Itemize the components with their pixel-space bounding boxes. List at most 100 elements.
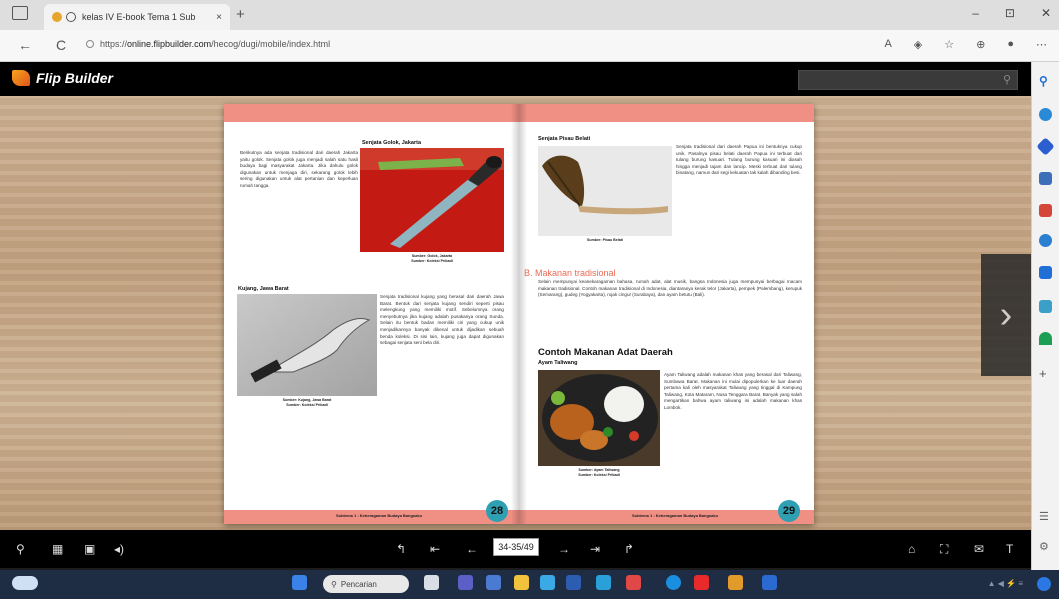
shopping-icon[interactable] — [1036, 137, 1055, 156]
browser-tab-strip: kelas IV E-book Tema 1 Sub × + – ⊡ ✕ — [0, 0, 1059, 30]
browser-sidebar: ⚲ + ☰ ⚙ — [1031, 62, 1059, 570]
task-view-icon[interactable] — [424, 575, 439, 590]
last-page-icon[interactable]: ↱ — [624, 542, 634, 556]
left-page[interactable]: Berikutnya ada senjata tradisional dari … — [224, 122, 514, 522]
belati-heading: Senjata Pisau Belati — [538, 136, 591, 142]
outlook-icon[interactable] — [1039, 266, 1052, 279]
flipbook[interactable]: Berikutnya ada senjata tradisional dari … — [224, 104, 814, 524]
jump-end-icon[interactable]: ⇥ — [590, 542, 600, 556]
first-page-icon[interactable]: ↰ — [396, 542, 406, 556]
game-icon[interactable] — [728, 575, 743, 590]
send-icon[interactable] — [1039, 300, 1052, 313]
search-icon[interactable]: ⚲ — [1039, 74, 1052, 88]
kujang-caption: Sumber: Kujang, Jawa Barat Sumber: Kolek… — [282, 398, 332, 407]
site-info-icon[interactable] — [86, 40, 94, 48]
golok-caption: Sumber: Golok, Jakarta Sumber: Koleksi P… — [411, 254, 453, 263]
tab-close-icon[interactable]: × — [216, 12, 222, 23]
explorer-icon[interactable] — [514, 575, 529, 590]
ayam-taliwang-photo — [538, 370, 660, 466]
makanan-paragraph: Selain mempunyai keanekaragaman bahasa, … — [538, 279, 802, 298]
office-icon[interactable] — [626, 575, 641, 590]
window-menu-icon[interactable] — [12, 6, 28, 20]
restore-button[interactable]: ⊡ — [1005, 6, 1015, 20]
weather-widget-icon[interactable] — [12, 576, 38, 590]
logo-mark-icon — [12, 70, 30, 86]
close-window-button[interactable]: ✕ — [1041, 6, 1051, 20]
zoom-icon[interactable]: ⚲ — [16, 542, 25, 556]
word-app-icon[interactable] — [566, 575, 581, 590]
favorite-icon[interactable]: ☆ — [944, 38, 954, 51]
tab-title: kelas IV E-book Tema 1 Sub — [82, 12, 196, 22]
contoh-makanan-heading: Contoh Makanan Adat Daerah — [538, 347, 673, 358]
add-icon[interactable]: + — [1039, 366, 1052, 381]
sidebar-layout-icon[interactable]: ☰ — [1039, 510, 1052, 523]
next-page-button[interactable]: › — [981, 254, 1031, 376]
pisau-belati-photo — [538, 146, 672, 236]
tab-audio-icon — [66, 12, 76, 22]
word-doc-icon[interactable] — [762, 575, 777, 590]
fullscreen-icon[interactable]: ⛶ — [940, 542, 948, 557]
golok-paragraph: Berikutnya ada senjata tradisional dari … — [240, 150, 358, 188]
profile-icon[interactable]: ● — [1007, 38, 1014, 51]
kujang-photo — [237, 294, 377, 396]
drop-icon[interactable] — [1039, 332, 1052, 345]
store-icon[interactable] — [596, 575, 611, 590]
next-page-icon[interactable]: → — [558, 542, 570, 556]
share-icon[interactable]: ⌂ — [908, 542, 915, 556]
search-icon: ⚲ — [331, 579, 337, 589]
ayam-caption: Sumber: Ayam Taliwang Sumber: Koleksi Pr… — [578, 468, 620, 477]
ayam-taliwang-heading: Ayam Taliwang — [538, 360, 578, 366]
edge-icon[interactable] — [540, 575, 555, 590]
golok-heading: Senjata Golok, Jakarta — [362, 140, 421, 146]
flipbook-header: Flip Builder ⚲ — [0, 62, 1031, 96]
search-icon[interactable]: ⚲ — [1003, 73, 1011, 86]
system-tray[interactable]: ▲ ◀ ⚡ ≡ — [988, 579, 1023, 588]
golok-photo — [360, 148, 504, 252]
table-of-contents-icon[interactable]: ▣ — [84, 542, 95, 556]
notification-icon[interactable] — [1037, 577, 1051, 591]
email-icon[interactable]: ✉ — [974, 542, 984, 556]
right-footer: Subtema 1 : Keberagaman Budaya Bangsaku — [632, 513, 719, 518]
jump-start-icon[interactable]: ⇤ — [430, 542, 440, 556]
belati-paragraph: Senjata tradisional dari daerah Papua in… — [676, 144, 802, 176]
right-page-number: 29 — [778, 500, 800, 522]
chrome-icon[interactable] — [666, 575, 681, 590]
windows-taskbar — [0, 570, 1059, 599]
microsoft365-icon[interactable] — [1039, 234, 1052, 247]
extensions-icon[interactable]: ◈ — [914, 38, 922, 51]
belati-caption: Sumber: Pisau Belati — [587, 238, 623, 242]
youtube-icon[interactable] — [694, 575, 709, 590]
minimize-button[interactable]: – — [972, 6, 979, 20]
previous-page-icon[interactable]: ← — [466, 542, 478, 556]
new-tab-button[interactable]: + — [236, 6, 245, 23]
thumbnails-icon[interactable]: ▦ — [52, 542, 63, 556]
url-field[interactable]: https://online.flipbuilder.com/hecog/dug… — [100, 39, 330, 49]
settings-icon[interactable]: ⚙ — [1039, 540, 1052, 553]
section-title-makanan: B. Makanan tradisional — [524, 268, 616, 278]
refresh-button[interactable]: C — [56, 37, 66, 53]
file-manager-icon[interactable] — [486, 575, 501, 590]
bing-chat-icon[interactable] — [1039, 108, 1052, 121]
browser-tab[interactable]: kelas IV E-book Tema 1 Sub × — [44, 4, 230, 30]
collections-icon[interactable]: ⊕ — [976, 38, 985, 51]
page-number-input[interactable]: 34-35/49 — [493, 538, 539, 556]
chevron-right-icon: › — [999, 293, 1013, 336]
tools-icon[interactable] — [1039, 172, 1052, 185]
read-aloud-icon[interactable]: A — [884, 38, 891, 51]
right-page[interactable]: Senjata Pisau Belati Sumber: Pisau Belat… — [524, 122, 814, 522]
sound-icon[interactable]: ◂) — [114, 542, 124, 556]
teams-icon[interactable] — [458, 575, 473, 590]
text-icon[interactable]: T — [1006, 542, 1013, 556]
more-menu-icon[interactable]: ⋯ — [1036, 38, 1047, 51]
taskbar-search[interactable]: ⚲ Pencarian — [323, 575, 409, 593]
kujang-paragraph: Senjata tradisional kujang yang berasal … — [380, 294, 504, 346]
flipbook-search-input[interactable]: ⚲ — [798, 70, 1018, 90]
flipbuilder-logo: Flip Builder — [12, 70, 113, 86]
back-button[interactable]: ← — [18, 37, 32, 53]
start-button-icon[interactable] — [292, 575, 307, 590]
address-bar: ← C https://online.flipbuilder.com/hecog… — [0, 30, 1059, 62]
games-icon[interactable] — [1039, 204, 1052, 217]
kujang-heading: Kujang, Jawa Barat — [238, 286, 289, 292]
ayam-paragraph: Ayam Taliwang adalah makanan khas yang b… — [664, 372, 802, 410]
left-page-number: 28 — [486, 500, 508, 522]
